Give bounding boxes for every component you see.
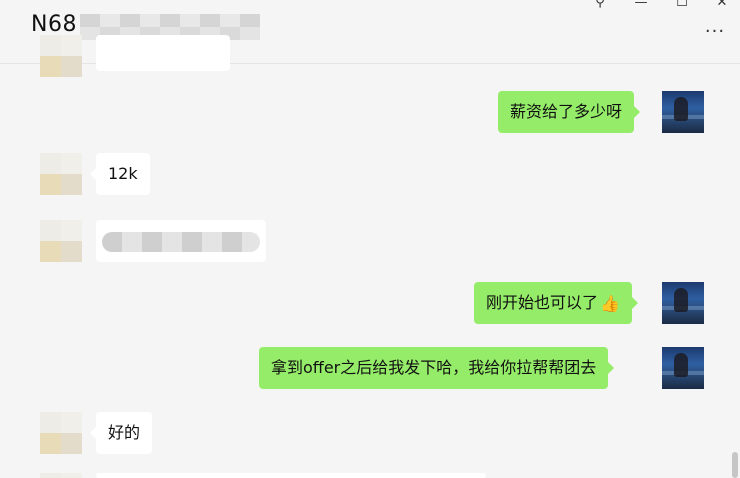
message-bubble-partial[interactable] [96, 35, 230, 71]
contact-avatar[interactable] [40, 473, 82, 478]
more-options-icon[interactable]: ··· [704, 23, 726, 42]
self-avatar[interactable] [662, 91, 704, 133]
message-bubble-self[interactable]: 刚开始也可以了 👍 [474, 282, 638, 324]
message-bubble-other[interactable]: 好的 [89, 412, 153, 454]
message-list[interactable]: 薪资给了多少呀 12k 刚开始也可以了 👍 拿到offer之后给我发下哈，我给你拉… [0, 35, 740, 478]
contact-avatar[interactable] [40, 412, 82, 454]
message-bubble-self[interactable]: 薪资给了多少呀 [498, 91, 641, 133]
chat-window: N68 ⚲ — ☐ ✕ ··· 薪资给了多少呀 12k 刚开始也可以了 👍 拿到… [0, 0, 740, 478]
message-bubble-other[interactable]: 12k [90, 153, 150, 195]
message-bubble-partial[interactable] [96, 473, 486, 478]
redacted-text [102, 232, 260, 252]
self-avatar[interactable] [662, 347, 704, 389]
message-bubble-self[interactable]: 拿到offer之后给我发下哈，我给你拉帮帮团去 [259, 347, 615, 389]
chat-title: N68 [31, 12, 77, 37]
contact-avatar[interactable] [40, 153, 82, 195]
close-icon[interactable]: ✕ [710, 0, 734, 10]
thumbs-up-icon: 👍 [600, 294, 620, 313]
contact-avatar[interactable] [40, 35, 82, 77]
scrollbar-thumb[interactable] [732, 452, 738, 478]
message-bubble-redacted[interactable] [96, 220, 266, 262]
contact-avatar[interactable] [40, 220, 82, 262]
minimize-icon[interactable]: — [629, 0, 653, 10]
self-avatar[interactable] [662, 282, 704, 324]
message-text: 刚开始也可以了 [486, 293, 599, 312]
maximize-icon[interactable]: ☐ [670, 0, 694, 10]
pin-icon[interactable]: ⚲ [588, 0, 612, 10]
